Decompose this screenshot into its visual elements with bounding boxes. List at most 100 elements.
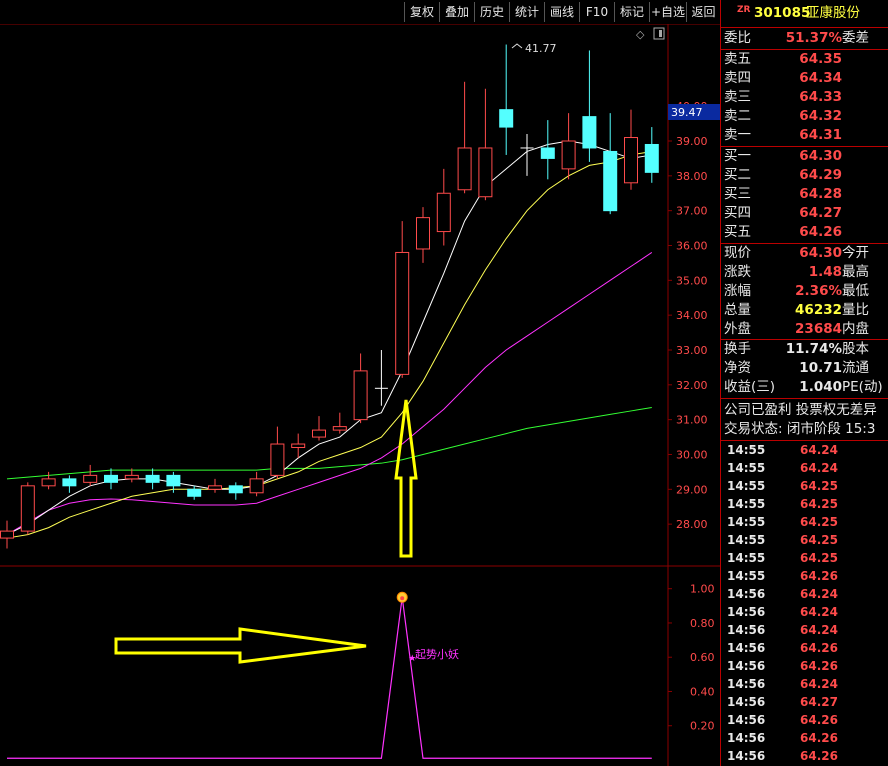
stock-code: 301085 bbox=[754, 5, 811, 21]
candle-body bbox=[395, 251, 410, 375]
tick-row[interactable]: 14:56 64.24 bbox=[721, 621, 888, 639]
candle[interactable] bbox=[20, 482, 35, 535]
tick-time: 14:56 bbox=[727, 605, 766, 619]
kline-chart[interactable]: ★ 41.77 起势小妖 ◇ 40.0039.0038.0037.0036.00… bbox=[0, 0, 720, 766]
tick-row[interactable]: 14:56 64.26 bbox=[721, 639, 888, 657]
toolbar-button-huaxian[interactable]: 画线 bbox=[544, 2, 579, 22]
high-label: 41.77 bbox=[525, 42, 557, 55]
toolbar-button-fuquan[interactable]: 复权 bbox=[404, 2, 439, 22]
buy-row[interactable]: 买三 64.28 bbox=[721, 185, 888, 204]
buy-row[interactable]: 买二 64.29 bbox=[721, 166, 888, 185]
tick-row[interactable]: 14:56 64.26 bbox=[721, 747, 888, 765]
price-tick-label: 32.00 bbox=[676, 379, 708, 392]
tick-row[interactable]: 14:55 64.24 bbox=[721, 441, 888, 459]
tick-price: 64.26 bbox=[800, 569, 838, 583]
tick-price: 64.25 bbox=[800, 497, 838, 511]
sell-row[interactable]: 卖二 64.32 bbox=[721, 107, 888, 126]
tick-price: 64.24 bbox=[800, 623, 838, 637]
tick-price: 64.25 bbox=[800, 551, 838, 565]
tick-time: 14:56 bbox=[727, 587, 766, 601]
price-tick-label: 31.00 bbox=[676, 414, 708, 427]
current-price-tag: 39.47 bbox=[668, 104, 720, 120]
notice-text: 公司已盈利 投票权无差异 bbox=[724, 402, 877, 418]
tick-time: 14:56 bbox=[727, 623, 766, 637]
candle-body bbox=[353, 370, 368, 421]
candle-body bbox=[228, 485, 243, 494]
tick-row[interactable]: 14:55 64.26 bbox=[721, 567, 888, 585]
tick-price: 64.25 bbox=[800, 533, 838, 547]
sell-price: 64.34 bbox=[799, 70, 842, 86]
stat-row: 现价 64.30 今开 bbox=[721, 244, 888, 263]
buy-row[interactable]: 买一 64.30 bbox=[721, 147, 888, 166]
stat-value: 46232 bbox=[795, 302, 842, 318]
tick-row[interactable]: 14:55 64.25 bbox=[721, 513, 888, 531]
tick-price: 64.25 bbox=[800, 515, 838, 529]
toolbar-button-fanhui[interactable]: 返回 bbox=[686, 2, 720, 22]
tick-row[interactable]: 14:56 64.26 bbox=[721, 657, 888, 675]
indicator-tick-label: 0.40 bbox=[690, 685, 715, 698]
tick-row[interactable]: 14:55 64.25 bbox=[721, 477, 888, 495]
tick-price: 64.26 bbox=[800, 713, 838, 727]
tick-time: 14:55 bbox=[727, 551, 766, 565]
buy-level-label: 买五 bbox=[724, 224, 751, 240]
toolbar-button-biaoji[interactable]: 标记 bbox=[614, 2, 649, 22]
current-price-label: 39.47 bbox=[671, 106, 703, 119]
toolbar-button-f10[interactable]: F10 bbox=[579, 2, 614, 22]
candle-body bbox=[332, 426, 347, 431]
candle-body bbox=[291, 443, 306, 449]
candle-body bbox=[644, 143, 659, 173]
candle-body bbox=[124, 474, 139, 480]
tick-row[interactable]: 14:56 64.27 bbox=[721, 693, 888, 711]
stat-label: 涨跌 bbox=[724, 264, 751, 280]
buy-row[interactable]: 买五 64.26 bbox=[721, 223, 888, 242]
indicator-tick-label: 0.60 bbox=[690, 651, 715, 664]
tick-row[interactable]: 14:56 64.24 bbox=[721, 585, 888, 603]
sell-row[interactable]: 卖五 64.35 bbox=[721, 50, 888, 69]
sell-price: 64.33 bbox=[799, 89, 842, 105]
toolbar-button-diejia[interactable]: 叠加 bbox=[439, 2, 474, 22]
candle-body bbox=[540, 147, 555, 159]
sell-level-label: 卖四 bbox=[724, 70, 751, 86]
buy-level-label: 买一 bbox=[724, 148, 751, 164]
toolbar-button-zixuan[interactable]: +自选 bbox=[649, 2, 686, 22]
fundamental-value: 11.74% bbox=[785, 341, 842, 357]
tick-row[interactable]: 14:55 64.24 bbox=[721, 459, 888, 477]
buy-price: 64.29 bbox=[799, 167, 842, 183]
toolbar-button-lishi[interactable]: 历史 bbox=[474, 2, 509, 22]
sell-row[interactable]: 卖一 64.31 bbox=[721, 126, 888, 145]
weibi-label: 委比 bbox=[724, 30, 751, 46]
tick-price: 64.26 bbox=[800, 731, 838, 745]
tick-row[interactable]: 14:56 64.26 bbox=[721, 729, 888, 747]
tick-row[interactable]: 14:56 64.24 bbox=[721, 675, 888, 693]
tick-time: 14:55 bbox=[727, 569, 766, 583]
candle-body bbox=[624, 137, 638, 184]
candle-body bbox=[104, 474, 118, 483]
tick-time: 14:55 bbox=[727, 533, 766, 547]
buy-level-label: 买三 bbox=[724, 186, 751, 202]
candle-body bbox=[436, 192, 451, 233]
tick-price: 64.25 bbox=[800, 479, 838, 493]
candle-body bbox=[499, 109, 514, 128]
weibi-row: 委比 51.37% 委差 bbox=[721, 29, 888, 48]
stock-name: 亚康股份 bbox=[806, 5, 860, 21]
tick-time: 14:56 bbox=[727, 695, 766, 709]
tick-row[interactable]: 14:55 64.25 bbox=[721, 495, 888, 513]
diamond-icon[interactable]: ◇ bbox=[636, 28, 645, 41]
buy-row[interactable]: 买四 64.27 bbox=[721, 204, 888, 223]
tick-price: 64.26 bbox=[800, 659, 838, 673]
tick-time: 14:56 bbox=[727, 713, 766, 727]
tick-row[interactable]: 14:55 64.25 bbox=[721, 549, 888, 567]
tick-row[interactable]: 14:55 64.25 bbox=[721, 531, 888, 549]
toolbar-button-tongji[interactable]: 统计 bbox=[509, 2, 544, 22]
candle-body bbox=[457, 147, 472, 191]
stat-value: 1.48 bbox=[808, 264, 842, 280]
tick-row[interactable]: 14:56 64.26 bbox=[721, 711, 888, 729]
candle-body bbox=[145, 474, 160, 483]
tick-row[interactable]: 14:56 64.24 bbox=[721, 603, 888, 621]
sell-row[interactable]: 卖四 64.34 bbox=[721, 69, 888, 88]
sell-row[interactable]: 卖三 64.33 bbox=[721, 88, 888, 107]
tick-price: 64.24 bbox=[800, 605, 838, 619]
candle-body bbox=[41, 478, 56, 487]
price-tick-label: 38.00 bbox=[676, 170, 708, 183]
tick-price: 64.24 bbox=[800, 587, 838, 601]
